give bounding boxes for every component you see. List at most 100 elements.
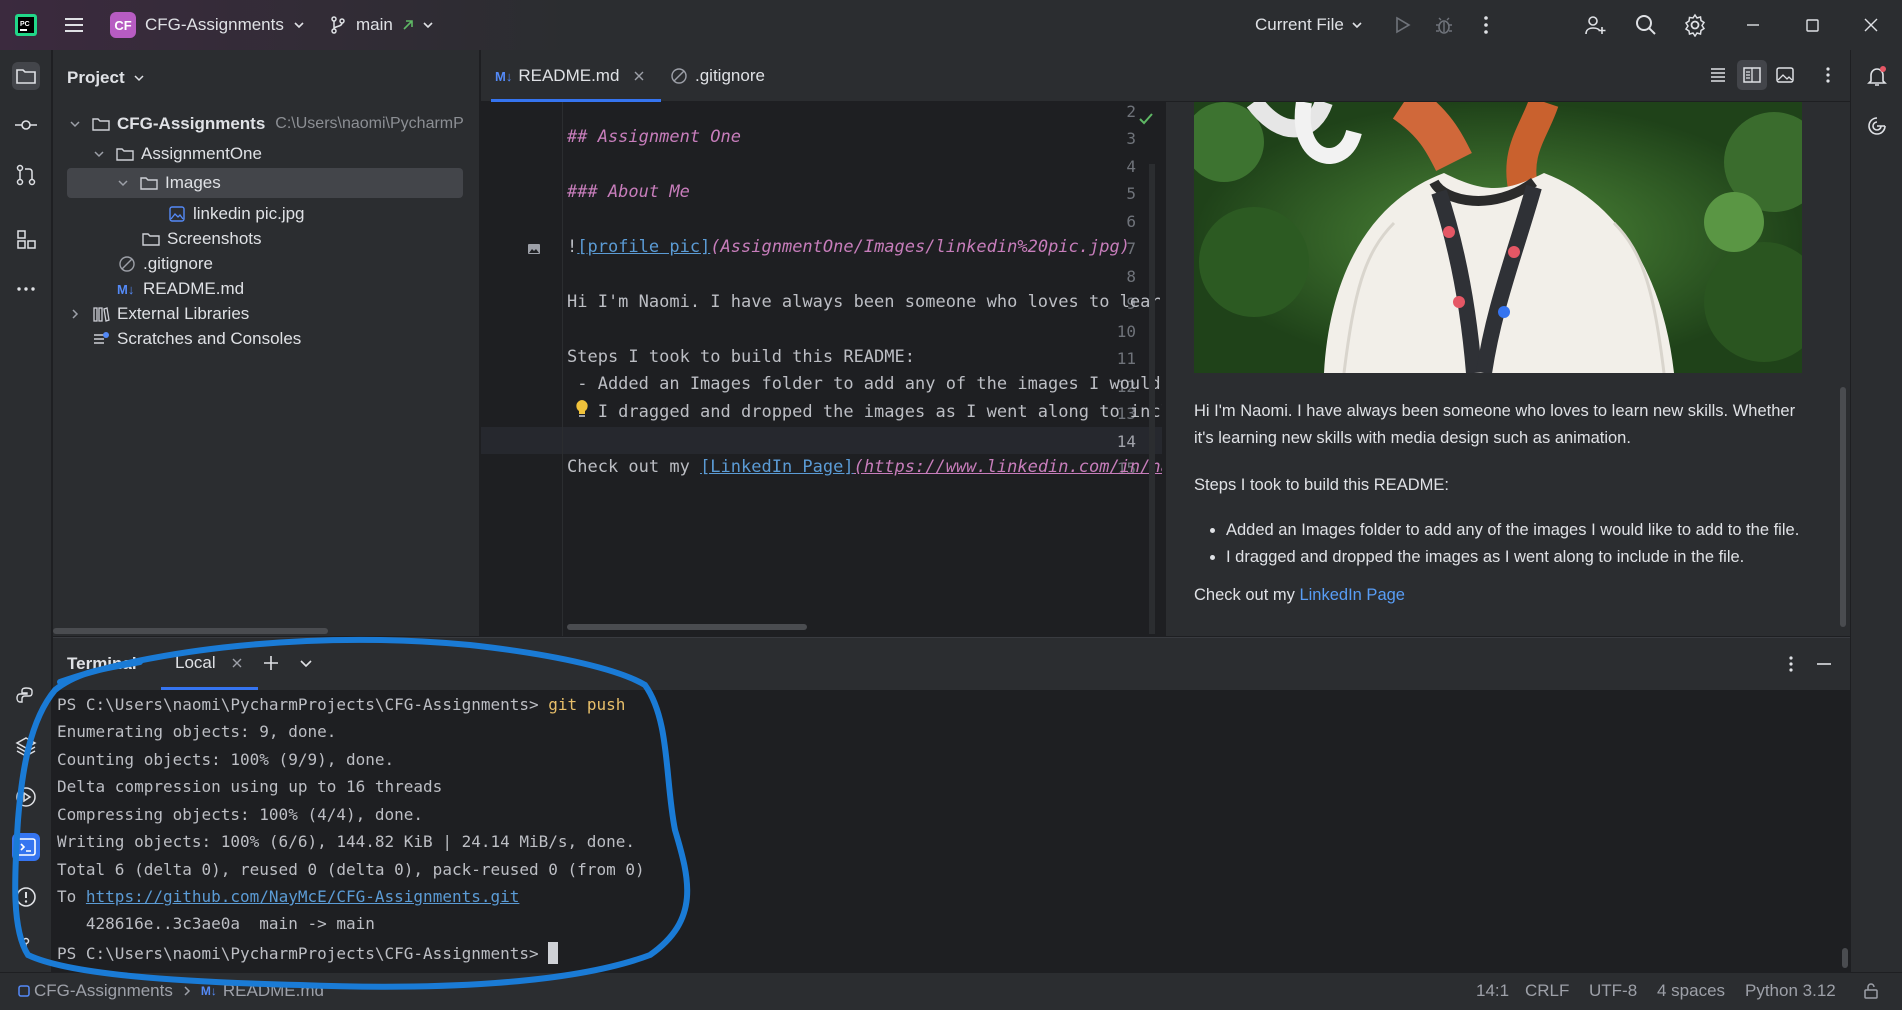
indent-setting[interactable]: 4 spaces — [1657, 981, 1725, 1001]
new-tab-plus-icon[interactable] — [260, 652, 282, 674]
terminal-icon[interactable] — [12, 833, 40, 861]
markdown-icon: M↓ — [200, 984, 217, 998]
editor-only-view-icon[interactable] — [1707, 64, 1729, 86]
maximize-icon[interactable] — [1800, 13, 1824, 37]
split-view-icon[interactable] — [1737, 60, 1767, 90]
tree-item-label: External Libraries — [117, 304, 250, 323]
project-tool-window: Project CFG-Assignments C:\Users\naomi\P… — [53, 50, 480, 636]
debug-icon[interactable] — [1432, 13, 1456, 37]
chevron-right-icon[interactable] — [67, 306, 83, 322]
code-text: Hi I'm Naomi. I have always been someone… — [567, 292, 1162, 312]
close-icon[interactable] — [1859, 13, 1883, 37]
services-run-icon[interactable] — [12, 783, 40, 811]
horizontal-scrollbar[interactable] — [53, 628, 328, 634]
preview-only-icon[interactable] — [1774, 64, 1796, 86]
branch-icon — [331, 16, 345, 34]
chevron-down-icon — [1352, 22, 1362, 29]
minimize-icon[interactable] — [1741, 13, 1765, 37]
terminal-line: Total 6 (delta 0), reused 0 (delta 0), p… — [57, 860, 645, 879]
vcs-branch-widget[interactable]: main — [328, 11, 437, 39]
more-vertical-icon[interactable] — [1817, 64, 1839, 86]
lightbulb-icon[interactable] — [574, 399, 590, 419]
tree-item-images[interactable]: Images — [67, 168, 463, 198]
git-icon[interactable] — [12, 933, 40, 961]
line-number: 6 — [1126, 212, 1136, 231]
structure-icon[interactable] — [12, 225, 40, 253]
main-menu-icon[interactable] — [62, 13, 86, 37]
caret-position[interactable]: 14:1 — [1476, 981, 1509, 1001]
close-tab-icon[interactable] — [230, 656, 244, 670]
code-editor[interactable]: 2 3 4 5 6 7 8 9 10 11 12 13 14 15 ## Ass… — [481, 102, 1162, 636]
terminal-prompt: PS C:\Users\naomi\PycharmProjects\CFG-As… — [57, 695, 549, 714]
tab-local[interactable]: Local — [161, 638, 258, 690]
terminal-line: Writing objects: 100% (6/6), 144.82 KiB … — [57, 832, 635, 851]
editor-vertical-scrollbar[interactable] — [1149, 164, 1155, 634]
more-vertical-icon[interactable] — [1780, 653, 1802, 675]
tree-item-scratches[interactable]: Scratches and Consoles — [91, 324, 301, 354]
python-packages-icon[interactable] — [12, 683, 40, 711]
chevron-down-icon[interactable] — [115, 175, 131, 191]
tree-item-cfg-assignments[interactable]: CFG-Assignments C:\Users\naomi\PycharmP — [67, 109, 507, 139]
line-number: 5 — [1126, 184, 1136, 203]
search-icon[interactable] — [1634, 13, 1658, 37]
code-link-url[interactable]: (https://www.linkedin.com/in/naomi) — [854, 457, 1162, 477]
linkedin-link[interactable]: LinkedIn Page — [1299, 586, 1405, 604]
left-tool-window-bar — [0, 50, 52, 972]
chevron-down-icon — [294, 22, 304, 29]
line-separator[interactable]: CRLF — [1525, 981, 1569, 1001]
chevron-down-icon[interactable] — [297, 654, 315, 672]
chevron-down-icon[interactable] — [67, 116, 83, 132]
notifications-icon[interactable] — [1863, 62, 1891, 90]
preview-paragraph: Steps I took to build this README: — [1194, 476, 1449, 494]
tree-item-label: CFG-Assignments — [117, 114, 266, 133]
pycharm-logo-icon[interactable]: PC — [14, 13, 38, 37]
more-horizontal-icon[interactable] — [12, 275, 40, 303]
preview-scrollbar[interactable] — [1840, 387, 1846, 627]
svg-text:PC: PC — [20, 21, 30, 28]
ai-assistant-icon[interactable] — [1863, 112, 1891, 140]
scratches-icon — [94, 332, 109, 344]
terminal-cursor — [548, 942, 559, 964]
project-name: CFG-Assignments — [145, 15, 284, 34]
gear-icon[interactable] — [1683, 13, 1707, 37]
layers-icon[interactable] — [12, 733, 40, 761]
code-link-text[interactable]: [LinkedIn Page] — [700, 457, 854, 477]
code-link-text[interactable]: [profile pic] — [577, 237, 710, 257]
run-icon[interactable] — [1390, 13, 1414, 37]
ignore-file-icon — [119, 256, 135, 272]
problems-icon[interactable] — [12, 883, 40, 911]
hide-panel-icon[interactable] — [1813, 653, 1835, 675]
line-number-gutter — [481, 102, 563, 636]
file-encoding[interactable]: UTF-8 — [1589, 981, 1637, 1001]
add-user-icon[interactable] — [1583, 13, 1607, 37]
code-link-url: (AssignmentOne/Images/linkedin%20pic.jpg… — [710, 237, 1130, 257]
close-tab-icon[interactable] — [631, 68, 647, 84]
terminal-scrollbar[interactable] — [1842, 948, 1848, 968]
repo-url-link[interactable]: https://github.com/NayMcE/CFG-Assignment… — [86, 887, 519, 906]
tab-gitignore[interactable]: .gitignore — [669, 50, 765, 102]
commit-icon[interactable] — [12, 111, 40, 139]
editor-horizontal-scrollbar[interactable] — [567, 624, 807, 630]
run-configuration-selector[interactable]: Current File — [1255, 11, 1366, 39]
tab-label: README.md — [518, 66, 620, 85]
tree-item-assignmentone[interactable]: AssignmentOne — [91, 139, 262, 169]
lock-icon[interactable] — [1862, 982, 1880, 1000]
project-folder-icon[interactable] — [12, 62, 40, 90]
tab-readme[interactable]: M↓ README.md — [491, 50, 661, 102]
breadcrumb-project[interactable]: CFG-Assignments — [34, 981, 173, 1001]
more-vertical-icon[interactable] — [1474, 13, 1498, 37]
pull-requests-icon[interactable] — [12, 161, 40, 189]
chevron-down-icon — [423, 22, 433, 29]
project-panel-title[interactable]: Project — [67, 68, 147, 88]
terminal-line: Counting objects: 100% (9/9), done. — [57, 750, 395, 769]
code-text: Check out my — [567, 457, 701, 477]
project-switcher[interactable]: CF CFG-Assignments — [110, 11, 308, 39]
python-interpreter[interactable]: Python 3.12 — [1745, 981, 1836, 1001]
image-gutter-icon[interactable] — [526, 241, 542, 257]
terminal-text: To — [57, 887, 86, 906]
chevron-down-icon[interactable] — [91, 146, 107, 162]
editor-tab-bar: M↓ README.md .gitignore — [481, 50, 1850, 102]
terminal-line: Delta compression using up to 16 threads — [57, 777, 443, 796]
current-line-highlight — [481, 427, 1162, 454]
breadcrumb-file[interactable]: README.md — [223, 981, 324, 1001]
